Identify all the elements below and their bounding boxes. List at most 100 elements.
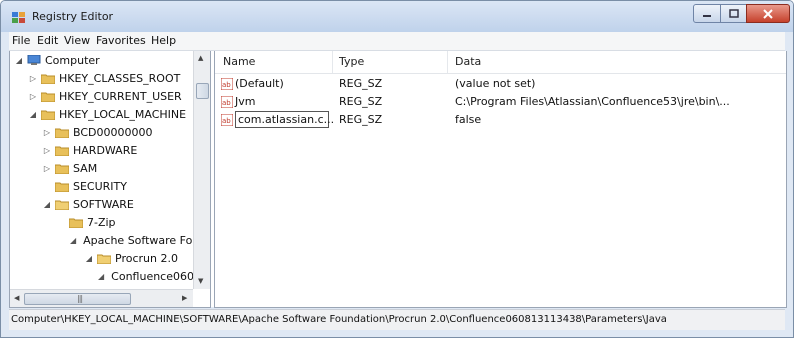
- minimize-icon: [703, 14, 711, 17]
- expand-arrow-icon[interactable]: ▷: [42, 128, 52, 137]
- expand-arrow-icon[interactable]: ◢: [84, 254, 94, 263]
- tree-label: Confluence060813113438: [111, 269, 193, 283]
- key-tree[interactable]: ◢ Computer ▷ HKEY_CLASSES_ROOT ▷ HKEY_CU…: [9, 51, 211, 308]
- values-list[interactable]: Name Type Data ab (Default) REG_SZ (valu…: [214, 51, 787, 308]
- tree-node-bcd[interactable]: ▷ BCD00000000: [42, 123, 153, 141]
- client-area: ◢ Computer ▷ HKEY_CLASSES_ROOT ▷ HKEY_CU…: [9, 51, 787, 308]
- folder-icon: [55, 128, 69, 138]
- tree-node-hkey-current-user[interactable]: ▷ HKEY_CURRENT_USER: [28, 87, 193, 105]
- tree-node-hkey-local-machine[interactable]: ◢ HKEY_LOCAL_MACHINE: [28, 105, 193, 123]
- value-data: (value not set): [455, 77, 536, 90]
- scroll-up-icon[interactable]: ▲: [198, 54, 203, 62]
- folder-icon: [69, 218, 83, 228]
- value-name: com.atlassian.c...: [238, 113, 335, 126]
- tree-node-software[interactable]: ◢ SOFTWARE: [42, 195, 134, 213]
- tree-label: HKEY_CLASSES_ROOT: [59, 71, 181, 85]
- maximize-icon: [728, 9, 739, 18]
- column-header-type[interactable]: Type: [339, 55, 364, 68]
- grip-icon: |||: [77, 294, 83, 303]
- column-divider[interactable]: [447, 51, 448, 73]
- value-name: (Default): [235, 77, 284, 90]
- tree-label: Procrun 2.0: [115, 251, 178, 265]
- value-type: REG_SZ: [339, 113, 383, 126]
- folder-icon: [41, 110, 55, 120]
- title-bar[interactable]: Registry Editor: [1, 1, 793, 32]
- expand-arrow-icon[interactable]: ▷: [42, 146, 52, 155]
- expand-arrow-icon[interactable]: ◢: [98, 272, 104, 281]
- menu-favorites[interactable]: Favorites: [96, 34, 146, 47]
- expand-arrow-icon[interactable]: ▷: [42, 164, 52, 173]
- close-icon: [763, 8, 773, 19]
- reg-sz-icon: ab: [221, 96, 233, 108]
- rename-input[interactable]: com.atlassian.c...: [235, 111, 334, 128]
- menu-view[interactable]: View: [64, 34, 90, 47]
- menu-file[interactable]: File: [12, 34, 30, 47]
- tree-label: SOFTWARE: [73, 197, 134, 211]
- tree-node-security[interactable]: SECURITY: [42, 177, 127, 195]
- tree-node-apache[interactable]: ◢ Apache Software Foundation: [70, 231, 193, 249]
- tree-label: HARDWARE: [73, 143, 138, 157]
- tree-label: Computer: [45, 53, 100, 67]
- scroll-right-icon[interactable]: ▶: [182, 294, 187, 302]
- expand-arrow-icon[interactable]: ▷: [28, 74, 38, 83]
- list-header: Name Type Data: [215, 51, 786, 74]
- tree-label: Apache Software Foundation: [83, 233, 193, 247]
- value-type: REG_SZ: [339, 95, 383, 108]
- window-title: Registry Editor: [32, 10, 114, 23]
- tree-label: HKEY_LOCAL_MACHINE: [59, 107, 187, 121]
- registry-editor-window: Registry Editor File Edit View Favorites…: [0, 0, 794, 338]
- tree-node-hardware[interactable]: ▷ HARDWARE: [42, 141, 137, 159]
- folder-icon: [41, 92, 55, 102]
- expand-arrow-icon[interactable]: ◢: [14, 56, 24, 65]
- tree-label: SAM: [73, 161, 98, 175]
- scroll-thumb[interactable]: [196, 83, 209, 99]
- column-divider[interactable]: [332, 51, 333, 73]
- list-row[interactable]: ab (Default) REG_SZ (value not set): [215, 75, 786, 93]
- column-header-data[interactable]: Data: [455, 55, 481, 68]
- computer-icon: [27, 54, 41, 65]
- folder-icon: [55, 164, 69, 174]
- svg-text:ab: ab: [222, 117, 231, 125]
- tree-node-7zip[interactable]: 7-Zip: [56, 213, 116, 231]
- scroll-down-icon[interactable]: ▼: [198, 277, 203, 285]
- menu-help[interactable]: Help: [151, 34, 176, 47]
- tree-horizontal-scrollbar[interactable]: ◀ ||| ▶: [10, 289, 193, 307]
- expand-arrow-icon[interactable]: ◢: [70, 236, 76, 245]
- list-row[interactable]: ab Jvm REG_SZ C:\Program Files\Atlassian…: [215, 93, 786, 111]
- tree-node-sam[interactable]: ▷ SAM: [42, 159, 97, 177]
- registry-editor-icon: [12, 12, 25, 23]
- value-data: false: [455, 113, 482, 126]
- reg-sz-icon: ab: [221, 114, 233, 126]
- reg-sz-icon: ab: [221, 78, 233, 90]
- folder-icon: [55, 146, 69, 156]
- menu-edit[interactable]: Edit: [37, 34, 58, 47]
- tree-node-computer[interactable]: ◢ Computer: [14, 51, 100, 69]
- tree-node-procrun[interactable]: ◢ Procrun 2.0: [84, 249, 193, 267]
- minimize-button[interactable]: [693, 4, 721, 23]
- expand-arrow-icon[interactable]: ◢: [42, 200, 52, 209]
- svg-text:ab: ab: [222, 81, 231, 89]
- scroll-thumb[interactable]: |||: [24, 293, 131, 305]
- value-type: REG_SZ: [339, 77, 383, 90]
- tree-label: 7-Zip: [87, 215, 116, 229]
- key-path: Computer\HKEY_LOCAL_MACHINE\SOFTWARE\Apa…: [11, 314, 667, 325]
- tree-node-hkey-classes-root[interactable]: ▷ HKEY_CLASSES_ROOT: [28, 69, 193, 87]
- list-row-editing[interactable]: ab com.atlassian.c... REG_SZ false: [215, 111, 786, 129]
- folder-icon: [41, 74, 55, 84]
- status-bar: Computer\HKEY_LOCAL_MACHINE\SOFTWARE\Apa…: [9, 309, 785, 330]
- value-data: C:\Program Files\Atlassian\Confluence53\…: [455, 95, 730, 108]
- maximize-button[interactable]: [720, 4, 747, 23]
- tree-label: SECURITY: [73, 179, 127, 193]
- scroll-left-icon[interactable]: ◀: [14, 294, 19, 302]
- folder-icon: [55, 182, 69, 192]
- folder-open-icon: [55, 200, 69, 210]
- folder-open-icon: [97, 254, 111, 264]
- menu-bar: File Edit View Favorites Help: [9, 32, 785, 51]
- expand-arrow-icon[interactable]: ▷: [28, 92, 38, 101]
- tree-node-confluence[interactable]: ◢ Confluence060813113438: [98, 267, 193, 285]
- expand-arrow-icon[interactable]: ◢: [28, 110, 38, 119]
- close-button[interactable]: [746, 4, 790, 23]
- column-header-name[interactable]: Name: [223, 55, 255, 68]
- tree-label: BCD00000000: [73, 125, 153, 139]
- tree-vertical-scrollbar[interactable]: ▲ ▼: [193, 51, 210, 289]
